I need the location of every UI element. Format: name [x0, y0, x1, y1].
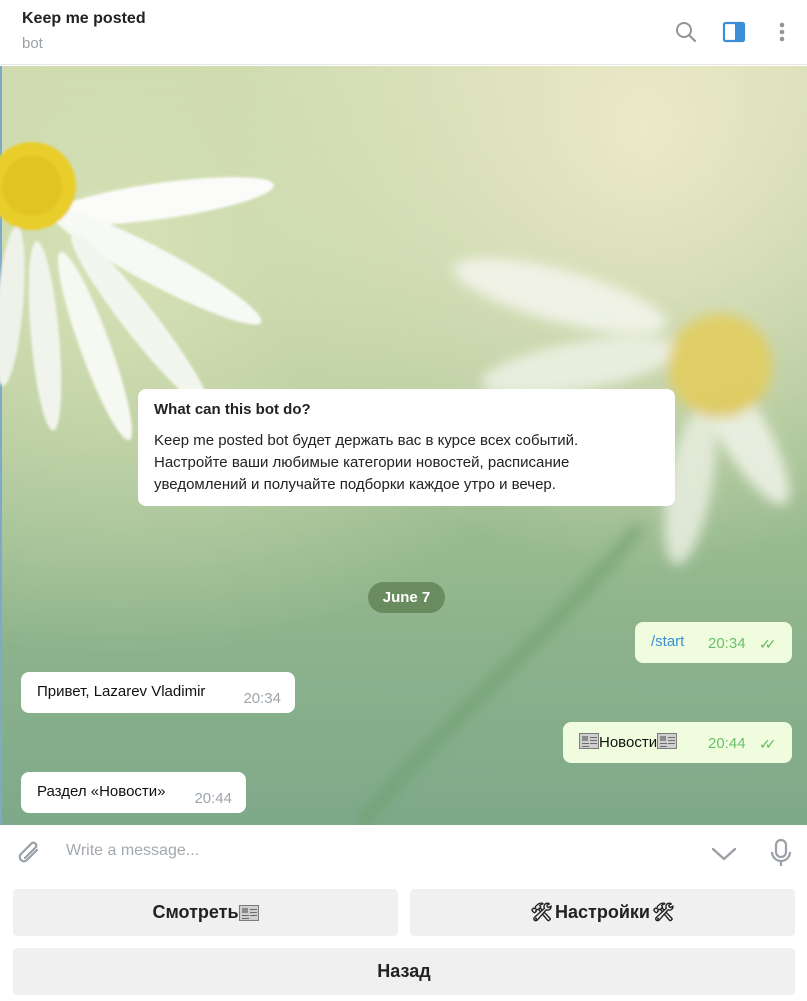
message-composer	[0, 825, 807, 881]
message-time: 20:34	[243, 690, 281, 707]
message-text: Раздел «Новости»	[37, 783, 166, 800]
bot-info-line: уведомлений и получайте подборки каждое …	[154, 476, 556, 493]
bot-info-title: What can this bot do?	[154, 401, 311, 418]
chat-area[interactable]: What can this bot do? Keep me posted bot…	[0, 66, 807, 825]
chat-title[interactable]: Keep me posted	[22, 10, 146, 28]
settings-label: Настройки	[555, 902, 650, 922]
view-news-button[interactable]: Смотреть	[13, 889, 398, 936]
message-text-wrap: Новости	[579, 733, 678, 751]
message-text[interactable]: /start	[651, 633, 684, 650]
message-outgoing[interactable]: /start 20:34 ✓✓	[635, 622, 792, 663]
search-icon[interactable]	[672, 18, 700, 46]
microphone-icon[interactable]	[766, 837, 796, 869]
bot-info-line: Keep me posted bot будет держать вас в к…	[154, 432, 579, 449]
message-text: Новости	[599, 734, 658, 751]
read-ticks-icon: ✓✓	[759, 636, 777, 652]
newspaper-icon	[238, 904, 259, 921]
settings-button[interactable]: 🛠 Настройки 🛠	[410, 889, 795, 936]
attach-icon[interactable]	[14, 838, 46, 870]
back-button[interactable]: Назад	[13, 948, 795, 995]
read-ticks-icon: ✓✓	[759, 736, 777, 752]
sidebar-toggle-icon[interactable]	[720, 18, 748, 46]
newspaper-icon	[579, 733, 599, 749]
chat-header: Keep me posted bot	[0, 0, 807, 65]
back-label: Назад	[377, 961, 431, 981]
newspaper-icon	[657, 733, 678, 749]
message-incoming[interactable]: Раздел «Новости» 20:44	[21, 772, 246, 813]
message-time: 20:34	[708, 635, 746, 652]
tools-icon: 🛠	[530, 902, 554, 922]
bot-info-card: What can this bot do? Keep me posted bot…	[138, 389, 675, 506]
bot-keyboard: Смотреть 🛠 Настройки 🛠 Назад	[0, 881, 807, 1001]
message-incoming[interactable]: Привет, Lazarev Vladimir 20:34	[21, 672, 295, 713]
date-separator[interactable]: June 7	[368, 582, 445, 613]
tools-icon: 🛠	[651, 902, 675, 922]
message-outgoing[interactable]: Новости 20:44 ✓✓	[563, 722, 792, 763]
message-text: Привет, Lazarev Vladimir	[37, 683, 206, 700]
message-time: 20:44	[708, 735, 746, 752]
message-time: 20:44	[194, 790, 232, 807]
view-news-label: Смотреть	[152, 902, 239, 922]
bot-info-body: Keep me posted bot будет держать вас в к…	[154, 430, 659, 496]
message-input[interactable]	[66, 842, 666, 860]
chat-subtitle: bot	[22, 35, 43, 52]
chevron-down-icon[interactable]	[708, 841, 740, 867]
more-vertical-icon[interactable]	[768, 18, 796, 46]
bot-info-line: Настройте ваши любимые категории новосте…	[154, 454, 570, 471]
